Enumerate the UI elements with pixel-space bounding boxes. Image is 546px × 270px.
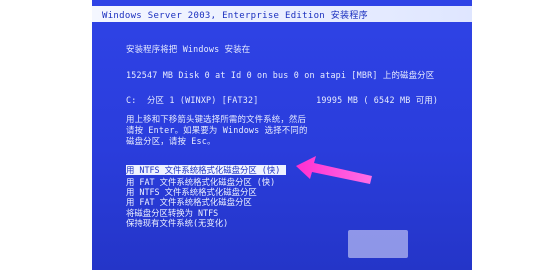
- disk-info: 152547 MB Disk 0 at Id 0 on bus 0 on ata…: [126, 70, 435, 80]
- title-bar: Windows Server 2003, Enterprise Edition …: [92, 6, 472, 22]
- instruction-line-2: 请按 Enter。如果要为 Windows 选择不同的: [126, 125, 308, 135]
- option-ntfs-quick[interactable]: 用 NTFS 文件系统格式化磁盘分区 (快): [126, 165, 287, 176]
- instruction-line-3: 磁盘分区，请按 Esc。: [126, 136, 216, 146]
- option-convert-ntfs[interactable]: 将磁盘分区转换为 NTFS: [126, 208, 426, 218]
- window-title: Windows Server 2003, Enterprise Edition …: [102, 11, 368, 21]
- format-option-list[interactable]: 用 NTFS 文件系统格式化磁盘分区 (快) 用 FAT 文件系统格式化磁盘分区…: [126, 158, 426, 228]
- instruction-line-1: 用上移和下移箭头键选择所需的文件系统，然后: [126, 114, 307, 124]
- intro-text: 安装程序将把 Windows 安装在: [126, 44, 251, 54]
- partition-info: C: 分区 1 (WINXP) [FAT32] 19995 MB ( 6542 …: [126, 95, 439, 105]
- option-fat-quick[interactable]: 用 FAT 文件系统格式化磁盘分区 (快): [126, 177, 426, 187]
- option-fat[interactable]: 用 FAT 文件系统格式化磁盘分区: [126, 197, 426, 207]
- option-keep-existing[interactable]: 保持现有文件系统(无变化): [126, 218, 426, 228]
- option-ntfs[interactable]: 用 NTFS 文件系统格式化磁盘分区: [126, 187, 426, 197]
- setup-screen: Windows Server 2003, Enterprise Edition …: [92, 0, 472, 270]
- watermark-logo: [348, 230, 408, 258]
